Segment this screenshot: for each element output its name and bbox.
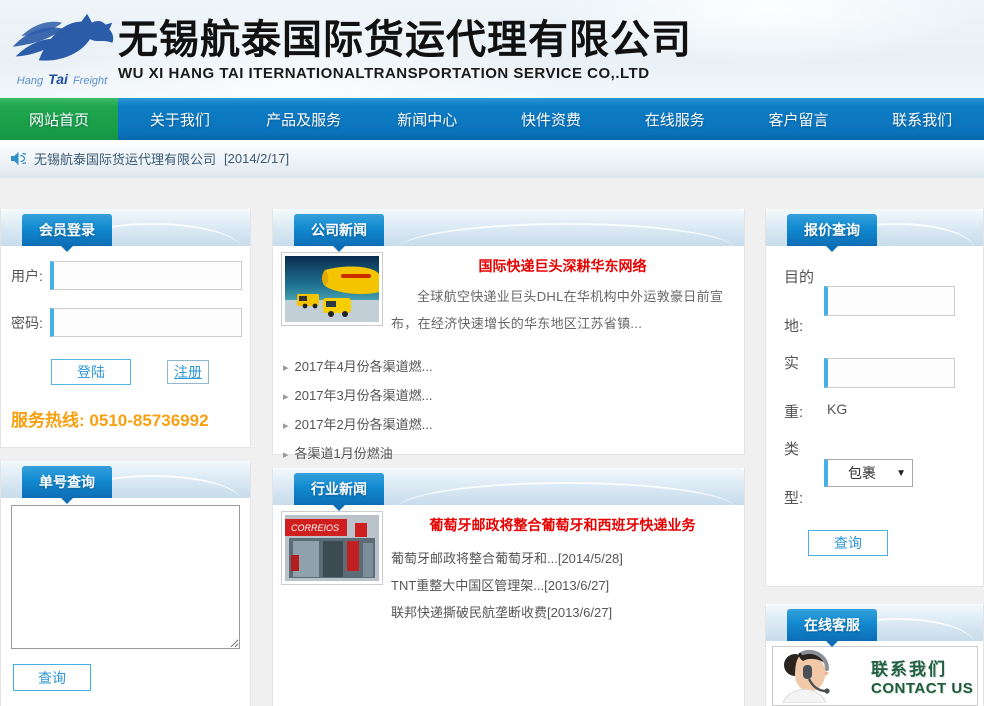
main-nav: 网站首页 关于我们 产品及服务 新闻中心 快件资费 在线服务 客户留言 联系我们 [0, 98, 984, 140]
company-news-list-item[interactable]: ▸2017年2月份各渠道燃... [283, 411, 744, 440]
logo-tagline: Hang Tai Freight [17, 71, 107, 87]
industry-news-list-item[interactable]: 葡萄牙邮政将整合葡萄牙和...[2014/5/28] [391, 545, 734, 572]
industry-news-list: 葡萄牙邮政将整合葡萄牙和...[2014/5/28] TNT重整大中国区管理架.… [391, 545, 734, 626]
panel-tracking-query: 单号查询 查询 [0, 461, 251, 706]
bullet-icon: ▸ [283, 391, 289, 403]
online-service-header: 在线客服 [766, 604, 983, 641]
tracking-query-header: 单号查询 [1, 461, 250, 498]
hotline-number: 0510-85736992 [89, 411, 208, 430]
nav-item-news-center[interactable]: 新闻中心 [365, 98, 489, 140]
password-label: 密码: [11, 313, 50, 333]
weight-input[interactable] [824, 358, 955, 388]
site-header: Hang Tai Freight 无锡航泰国际货运代理有限公司 WU XI HA… [0, 0, 984, 98]
online-service-title: 在线客服 [787, 609, 877, 641]
username-label: 用户: [11, 266, 50, 286]
main-content: 会员登录 用户: 密码: 登陆 注册 服务热线: 0510-85 [0, 178, 984, 706]
type-label: 类型: [784, 432, 824, 514]
panel-company-news: 公司新闻 [272, 209, 745, 455]
destination-input[interactable] [824, 286, 955, 316]
industry-news-title: 行业新闻 [294, 473, 384, 505]
panel-member-login: 会员登录 用户: 密码: 登陆 注册 服务热线: 0510-85 [0, 209, 251, 448]
horse-logo-icon [9, 12, 115, 75]
nav-item-guestbook[interactable]: 客户留言 [737, 98, 861, 140]
company-news-list-item[interactable]: ▸2017年4月份各渠道燃... [283, 353, 744, 382]
page-root: Hang Tai Freight 无锡航泰国际货运代理有限公司 WU XI HA… [0, 0, 984, 706]
company-news-title: 公司新闻 [294, 214, 384, 246]
announcement-date: [2014/2/17] [224, 151, 289, 166]
company-news-body: 国际快递巨头深耕华东网络 全球航空快递业巨头DHL在华机构中外运敦豪日前宣布，在… [273, 246, 744, 454]
destination-label: 目的地: [784, 260, 824, 342]
weight-unit: KG [827, 401, 973, 417]
member-login-title: 会员登录 [22, 214, 112, 246]
package-type-select[interactable]: 包裹 ▼ [824, 459, 913, 487]
industry-news-header: 行业新闻 [273, 468, 744, 505]
title-block: 无锡航泰国际货运代理有限公司 WU XI HANG TAI ITERNATION… [118, 16, 692, 82]
chevron-down-icon: ▼ [896, 468, 906, 479]
tracking-query-title: 单号查询 [22, 466, 112, 498]
service-hotline: 服务热线: 0510-85736992 [11, 406, 250, 431]
nav-item-home[interactable]: 网站首页 [0, 98, 118, 140]
tracking-query-body: 查询 [1, 498, 250, 706]
right-column: 报价查询 目的地: 实重: KG 类型: [765, 209, 984, 706]
register-button[interactable]: 注册 [167, 360, 209, 384]
tracking-query-button[interactable]: 查询 [13, 664, 91, 691]
nav-item-contact[interactable]: 联系我们 [860, 98, 984, 140]
panel-quote-query: 报价查询 目的地: 实重: KG 类型: [765, 209, 984, 587]
package-type-value: 包裹 [828, 463, 896, 483]
company-title-cn: 无锡航泰国际货运代理有限公司 [118, 18, 692, 62]
nav-item-express-rates[interactable]: 快件资费 [489, 98, 613, 140]
company-news-summary: 全球航空快递业巨头DHL在华机构中外运敦豪日前宣布，在经济快速增长的华东地区江苏… [391, 283, 734, 337]
industry-news-list-item[interactable]: 联邦快递撕破民航垄断收费[2013/6/27] [391, 599, 734, 626]
panel-online-service: 在线客服 [765, 604, 984, 706]
industry-news-list-item[interactable]: TNT重整大中国区管理架...[2013/6/27] [391, 572, 734, 599]
bullet-icon: ▸ [283, 449, 289, 461]
company-title-en: WU XI HANG TAI ITERNATIONALTRANSPORTATIO… [118, 65, 692, 82]
company-news-list: ▸2017年4月份各渠道燃... ▸2017年3月份各渠道燃... ▸2017年… [283, 353, 744, 469]
member-login-header: 会员登录 [1, 209, 250, 246]
quote-query-button[interactable]: 查询 [808, 530, 888, 556]
panel-industry-news: 行业新闻 CORREIOS [272, 468, 745, 706]
password-input[interactable] [50, 308, 242, 337]
company-news-header: 公司新闻 [273, 209, 744, 246]
nav-item-online-service[interactable]: 在线服务 [613, 98, 737, 140]
company-news-photo[interactable] [281, 252, 383, 326]
nav-item-products[interactable]: 产品及服务 [242, 98, 366, 140]
industry-news-photo[interactable]: CORREIOS [281, 511, 383, 585]
bullet-icon: ▸ [283, 420, 289, 432]
company-logo: Hang Tai Freight [0, 12, 118, 87]
nav-item-about[interactable]: 关于我们 [118, 98, 242, 140]
bullet-icon: ▸ [283, 362, 289, 374]
industry-news-body: CORREIOS [273, 505, 744, 706]
announcement-link[interactable]: 无锡航泰国际货运代理有限公司 [34, 149, 216, 168]
quote-query-header: 报价查询 [766, 209, 983, 246]
company-news-list-item[interactable]: ▸2017年3月份各渠道燃... [283, 382, 744, 411]
weight-label: 实重: [784, 346, 824, 428]
announcement-bar: 无锡航泰国际货运代理有限公司 [2014/2/17] [0, 140, 984, 178]
quote-query-title: 报价查询 [787, 214, 877, 246]
middle-column: 公司新闻 [272, 209, 745, 706]
login-button[interactable]: 登陆 [51, 359, 131, 385]
quote-query-body: 目的地: 实重: KG 类型: 包裹 [766, 246, 983, 586]
contact-us-en: CONTACT US [871, 680, 973, 697]
svg-text:CORREIOS: CORREIOS [291, 523, 339, 533]
speaker-icon [10, 151, 26, 166]
left-column: 会员登录 用户: 密码: 登陆 注册 服务热线: 0510-85 [0, 209, 251, 706]
